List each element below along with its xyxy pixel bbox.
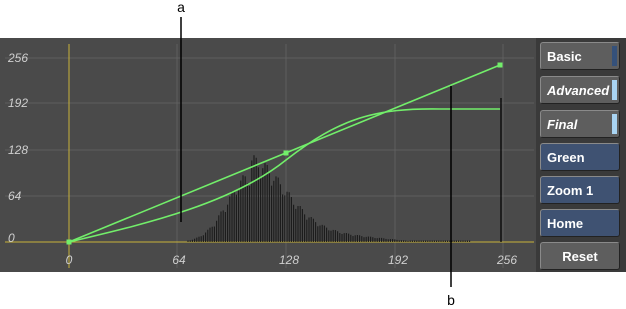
reset-button[interactable]: Reset bbox=[540, 242, 620, 270]
advanced-button-label: Advanced bbox=[547, 83, 610, 98]
x-tick-label: 128 bbox=[279, 253, 299, 267]
y-tick-label: 256 bbox=[7, 51, 28, 65]
final-button[interactable]: Final bbox=[540, 110, 620, 138]
y-tick-label: 0 bbox=[8, 231, 15, 245]
callout-b-label: b bbox=[447, 292, 455, 308]
basic-button-label: Basic bbox=[547, 49, 582, 64]
x-tick-label: 192 bbox=[388, 253, 408, 267]
curve-control-point-mid[interactable] bbox=[283, 150, 289, 156]
final-button-label: Final bbox=[547, 117, 578, 132]
home-button[interactable]: Home bbox=[540, 209, 620, 237]
y-tick-label: 64 bbox=[8, 189, 22, 203]
green-channel-button[interactable]: Green bbox=[540, 143, 620, 171]
advanced-indicator bbox=[612, 80, 617, 100]
x-tick-label: 256 bbox=[496, 253, 517, 267]
home-button-label: Home bbox=[547, 216, 584, 231]
curve-control-point-start[interactable] bbox=[66, 239, 72, 245]
curve-graph: 256 192 128 64 0 0 64 128 192 256 a b bbox=[5, 0, 534, 308]
basic-button[interactable]: Basic bbox=[540, 42, 620, 70]
callout-a-label: a bbox=[177, 0, 185, 15]
final-indicator bbox=[612, 114, 617, 134]
green-channel-label: Green bbox=[547, 150, 585, 165]
zoom-button[interactable]: Zoom 1 bbox=[540, 176, 620, 204]
reset-button-label: Reset bbox=[562, 249, 598, 264]
curve-control-point-end[interactable] bbox=[497, 62, 503, 68]
x-tick-label: 64 bbox=[172, 253, 186, 267]
advanced-button[interactable]: Advanced bbox=[540, 76, 620, 104]
basic-indicator bbox=[612, 46, 617, 66]
histogram bbox=[187, 155, 471, 242]
y-tick-labels: 256 192 128 64 0 bbox=[7, 51, 28, 245]
color-curves-editor: 256 192 128 64 0 0 64 128 192 256 a b Ba… bbox=[0, 0, 626, 309]
y-tick-label: 128 bbox=[8, 143, 28, 157]
x-tick-label: 0 bbox=[66, 253, 73, 267]
y-tick-label: 192 bbox=[8, 96, 28, 110]
x-tick-labels: 0 64 128 192 256 bbox=[66, 253, 518, 267]
zoom-button-label: Zoom 1 bbox=[547, 183, 594, 198]
